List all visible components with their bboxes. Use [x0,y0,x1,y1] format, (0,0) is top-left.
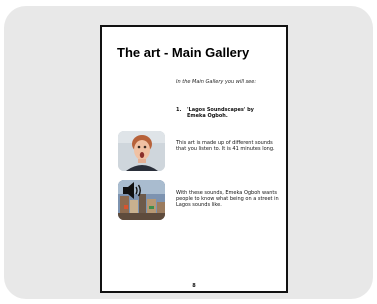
surprised-person-image [118,131,165,171]
page-card: The art - Main Gallery In the Main Galle… [4,6,373,299]
paragraph-1: This art is made up of different sounds … [176,140,275,152]
paragraph-2: With these sounds, Emeka Ogboh wants peo… [176,190,279,208]
list-item-number: 1. [176,107,182,113]
page-title: The art - Main Gallery [117,45,250,60]
intro-text: In the Main Gallery you will see: [176,79,257,85]
surprised-face-icon [118,131,165,171]
list-item-text: 'Lagos Soundscapes' by Emeka Ogboh. [187,107,254,119]
city-street-image [118,180,165,220]
speaker-city-icon [118,180,165,220]
page-number: 8 [192,283,196,289]
document-page: The art - Main Gallery In the Main Galle… [100,25,288,293]
